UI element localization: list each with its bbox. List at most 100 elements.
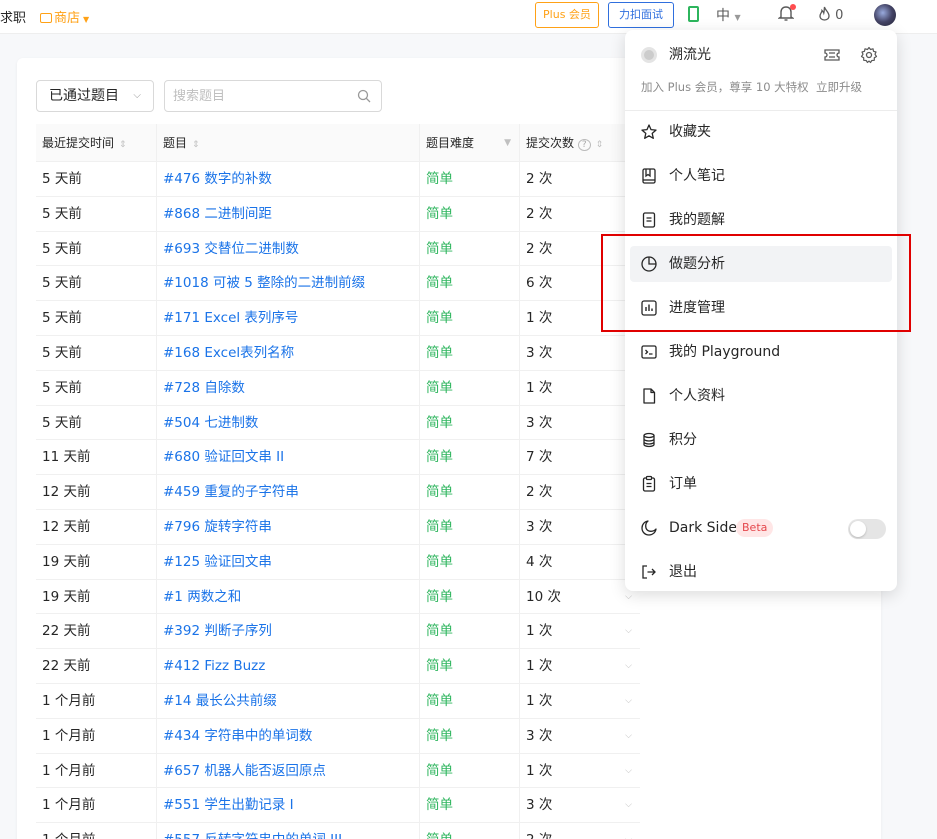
user-level-badge: [641, 47, 657, 63]
problem-link[interactable]: #171 Excel 表列序号: [157, 301, 420, 335]
menu-item-label: 我的题解: [669, 212, 725, 228]
problem-link[interactable]: #412 Fizz Buzz: [157, 649, 420, 683]
problem-link[interactable]: #868 二进制间距: [157, 196, 420, 231]
problem-link[interactable]: #551 学生出勤记录 I: [157, 788, 420, 823]
menu-item-solutions[interactable]: 我的题解: [630, 202, 892, 238]
nav-store-link[interactable]: 商店 ▼: [40, 7, 89, 26]
submit-count[interactable]: 1 次⌵: [520, 754, 640, 788]
table-row[interactable]: 5 天前 #868 二进制间距 简单 2 次⌵: [36, 196, 640, 232]
table-row[interactable]: 1 个月前 #551 学生出勤记录 I 简单 3 次 ⌵: [36, 788, 640, 824]
table-row[interactable]: 5 天前#693 交替位二进制数简单2 次⌵: [36, 231, 640, 267]
table-row[interactable]: 12 天前 #459 重复的子字符串 简单 2 次⌵: [36, 475, 640, 510]
streak-counter[interactable]: 0: [818, 6, 843, 23]
problem-link[interactable]: #392 判断子序列: [157, 614, 420, 649]
problem-link[interactable]: #168 Excel表列名称: [157, 335, 420, 370]
table-row[interactable]: 5 天前 #504 七进制数 简单 3 次⌵: [36, 405, 640, 441]
chevron-down-icon[interactable]: ⌵: [625, 754, 632, 788]
menu-item-logout[interactable]: 退出: [630, 554, 892, 590]
menu-item-points[interactable]: 积分: [630, 422, 892, 458]
menu-item-notes[interactable]: 个人笔记: [630, 158, 892, 194]
submit-count[interactable]: 3 次⌵: [520, 406, 640, 440]
chevron-down-icon[interactable]: ⌵: [625, 719, 632, 753]
problem-link[interactable]: #693 交替位二进制数: [157, 231, 420, 266]
table-row[interactable]: 1 个月前 #434 字符串中的单词数 简单 3 次 ⌵: [36, 718, 640, 754]
problem-link[interactable]: #14 最长公共前缀: [157, 683, 420, 718]
language-selector[interactable]: 中 ▼: [716, 5, 741, 25]
problem-link[interactable]: #1018 可被 5 整除的二进制前缀: [157, 266, 420, 301]
sort-icon[interactable]: ⇕: [119, 140, 127, 150]
chevron-down-icon[interactable]: ⌵: [625, 788, 632, 822]
submit-count[interactable]: 10 次 ⌵: [520, 580, 640, 614]
sort-icon[interactable]: ⇕: [192, 140, 200, 150]
submit-count[interactable]: 3 次⌵: [520, 788, 640, 822]
user-name[interactable]: 溯流光: [669, 44, 711, 66]
status-filter-select[interactable]: 已通过题目 ⌵: [36, 80, 154, 112]
table-row[interactable]: 5 天前 #476 数字的补数 简单 2 次⌵: [36, 162, 640, 197]
problem-link[interactable]: #459 重复的子字符串: [157, 475, 420, 509]
table-row[interactable]: 12 天前 #796 旋转字符串 简单 3 次⌵: [36, 509, 640, 545]
table-row[interactable]: 19 天前 #1 两数之和 简单 10 次 ⌵: [36, 579, 640, 615]
upgrade-link[interactable]: 立即升级: [816, 80, 862, 94]
chevron-down-icon[interactable]: ⌵: [625, 614, 632, 648]
table-row[interactable]: 5 天前 #168 Excel表列名称 简单 3 次⌵: [36, 335, 640, 371]
problem-link[interactable]: #504 七进制数: [157, 405, 420, 440]
header-difficulty[interactable]: 题目难度 ▼: [420, 124, 520, 161]
problem-link[interactable]: #125 验证回文串: [157, 544, 420, 579]
submit-count[interactable]: 7 次⌵: [520, 440, 640, 474]
plus-member-button[interactable]: Plus 会员: [535, 2, 599, 28]
table-row[interactable]: 1 个月前 #557 反转字符串中的单词 III 简单 2 次 ⌵: [36, 823, 640, 839]
problem-link[interactable]: #1 两数之和: [157, 579, 420, 614]
help-icon[interactable]: ?: [577, 139, 591, 151]
header-submit-count[interactable]: 提交次数 ? ⇕: [520, 124, 640, 161]
table-row[interactable]: 1 个月前 #14 最长公共前缀 简单 1 次 ⌵: [36, 683, 640, 719]
problem-link[interactable]: #557 反转字符串中的单词 III: [157, 823, 420, 839]
problem-link[interactable]: #680 验证回文串 II: [157, 440, 420, 475]
submit-count[interactable]: 1 次⌵: [520, 371, 640, 405]
menu-item-favorites[interactable]: 收藏夹: [630, 114, 892, 150]
chevron-down-icon[interactable]: ⌵: [625, 823, 632, 839]
table-row[interactable]: 11 天前 #680 验证回文串 II 简单 7 次⌵: [36, 440, 640, 476]
table-row[interactable]: 5 天前 #728 自除数 简单 1 次⌵: [36, 370, 640, 406]
submit-count[interactable]: 2 次⌵: [520, 823, 640, 839]
submit-count[interactable]: 3 次⌵: [520, 336, 640, 370]
menu-item-profile[interactable]: 个人资料: [630, 378, 892, 414]
interview-button[interactable]: 力扣面试: [608, 2, 674, 28]
problem-link[interactable]: #657 机器人能否返回原点: [157, 753, 420, 788]
submit-count[interactable]: 3 次⌵: [520, 510, 640, 544]
problem-link[interactable]: #476 数字的补数: [157, 162, 420, 196]
problem-link[interactable]: #796 旋转字符串: [157, 509, 420, 544]
chevron-down-icon[interactable]: ⌵: [625, 684, 632, 718]
chevron-down-icon[interactable]: ⌵: [625, 649, 632, 683]
header-submit-time[interactable]: 最近提交时间 ⇕: [36, 124, 157, 161]
table-row[interactable]: 5 天前#1018 可被 5 整除的二进制前缀简单6 次⌵: [36, 266, 640, 302]
submit-count[interactable]: 4 次⌵: [520, 545, 640, 579]
submit-count[interactable]: 1 次⌵: [520, 649, 640, 683]
table-row[interactable]: 5 天前#171 Excel 表列序号简单1 次⌵: [36, 301, 640, 336]
problem-link[interactable]: #434 字符串中的单词数: [157, 718, 420, 753]
submit-count[interactable]: 2 次⌵: [520, 475, 640, 509]
table-row[interactable]: 22 天前 #412 Fizz Buzz 简单 1 次 ⌵: [36, 649, 640, 684]
filter-icon[interactable]: ▼: [504, 124, 511, 162]
menu-item-orders[interactable]: 订单: [630, 466, 892, 502]
sort-icon[interactable]: ⇕: [596, 140, 604, 150]
nav-jobs-link[interactable]: 求职: [0, 7, 26, 26]
table-row[interactable]: 1 个月前 #657 机器人能否返回原点 简单 1 次 ⌵: [36, 753, 640, 789]
difficulty-label: 简单: [420, 649, 520, 683]
submit-count[interactable]: 2 次⌵: [520, 197, 640, 231]
table-row[interactable]: 22 天前 #392 判断子序列 简单 1 次 ⌵: [36, 614, 640, 650]
search-icon[interactable]: [357, 89, 371, 103]
submit-count[interactable]: 3 次⌵: [520, 719, 640, 753]
gear-icon[interactable]: [860, 46, 878, 64]
header-problem[interactable]: 题目 ⇕: [157, 124, 420, 161]
ticket-icon[interactable]: [823, 46, 841, 64]
submit-count[interactable]: 1 次⌵: [520, 614, 640, 648]
search-input[interactable]: [165, 81, 345, 111]
dark-side-toggle[interactable]: [848, 519, 886, 539]
submit-count[interactable]: 2 次⌵: [520, 162, 640, 196]
table-row[interactable]: 19 天前 #125 验证回文串 简单 4 次⌵: [36, 544, 640, 580]
menu-item-playground[interactable]: 我的 Playground: [630, 334, 892, 370]
submit-count[interactable]: 1 次⌵: [520, 684, 640, 718]
avatar[interactable]: [874, 4, 896, 26]
phone-icon[interactable]: [688, 6, 699, 22]
problem-link[interactable]: #728 自除数: [157, 370, 420, 405]
